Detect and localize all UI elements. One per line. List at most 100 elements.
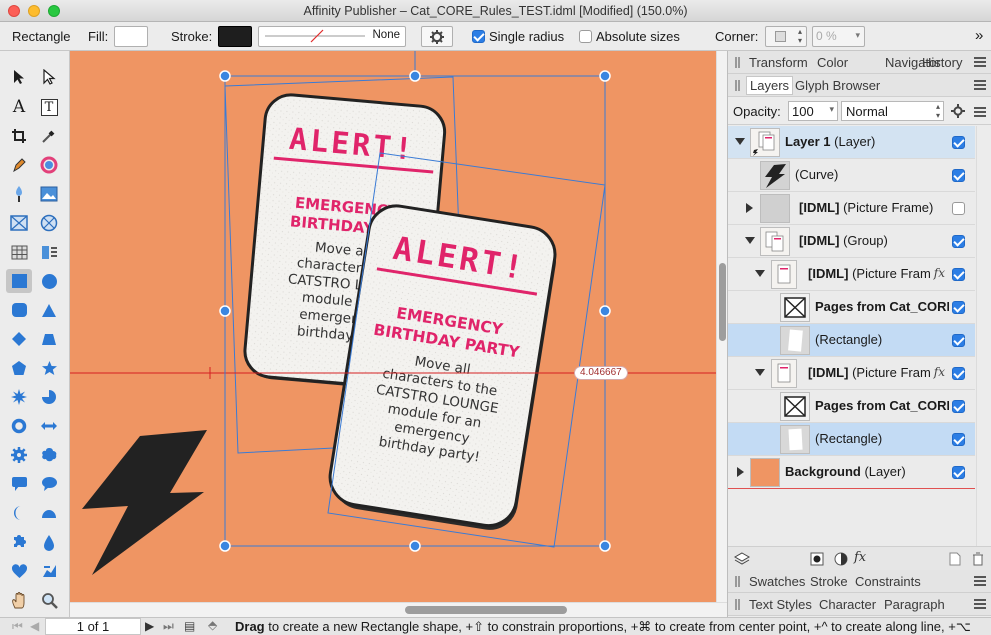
tab-transform[interactable]: Transform bbox=[749, 55, 808, 70]
expand-triangle-icon[interactable] bbox=[745, 237, 755, 244]
crescent-tool-icon[interactable] bbox=[6, 501, 32, 525]
picture-frame-ellipse-tool-icon[interactable] bbox=[36, 211, 62, 235]
layer-row[interactable]: Pages from Cat_CORE bbox=[728, 291, 975, 324]
layer-row[interactable]: [IDML] (Picture Fram fx bbox=[728, 357, 975, 390]
panel-menu-icon[interactable] bbox=[974, 576, 986, 586]
artistic-text-tool-icon[interactable]: A bbox=[6, 95, 32, 119]
first-page-icon[interactable]: ⏮ bbox=[12, 619, 23, 634]
star-tool-icon[interactable] bbox=[36, 356, 62, 380]
layer-row[interactable]: [IDML] (Group) bbox=[728, 225, 975, 258]
toolbar-overflow-button[interactable]: » bbox=[975, 27, 983, 44]
vertical-table-tool-icon[interactable] bbox=[36, 240, 62, 264]
layer-row[interactable]: (Rectangle) bbox=[728, 324, 975, 357]
trash-icon[interactable] bbox=[972, 552, 984, 566]
vertical-scroll-thumb[interactable] bbox=[719, 263, 726, 341]
single-radius-checkbox[interactable] bbox=[472, 30, 485, 43]
panel-grip-icon[interactable] bbox=[735, 57, 740, 68]
puzzle-tool-icon[interactable] bbox=[6, 530, 32, 554]
last-page-icon[interactable]: ⏭ bbox=[163, 619, 174, 634]
layer-visibility-checkbox[interactable] bbox=[952, 136, 965, 149]
layer-row[interactable]: [IDML] (Picture Fram fx bbox=[728, 258, 975, 291]
expand-triangle-icon[interactable] bbox=[755, 270, 765, 277]
adjustment-icon[interactable] bbox=[834, 552, 848, 566]
callout-rectangle-tool-icon[interactable] bbox=[6, 472, 32, 496]
triangle-tool-icon[interactable] bbox=[36, 298, 62, 322]
layer-visibility-checkbox[interactable] bbox=[952, 301, 965, 314]
layer-row[interactable]: Layer 1 (Layer) bbox=[728, 126, 975, 159]
previous-page-icon[interactable]: ◀ bbox=[30, 619, 39, 633]
tab-layers[interactable]: Layers bbox=[746, 76, 794, 95]
zoom-tool-icon[interactable] bbox=[36, 588, 62, 612]
burst-tool-icon[interactable] bbox=[6, 385, 32, 409]
tab-text-styles[interactable]: Text Styles bbox=[749, 597, 812, 612]
layer-visibility-checkbox[interactable] bbox=[952, 433, 965, 446]
effects-button[interactable]: fx bbox=[854, 550, 866, 565]
polygon-tool-icon[interactable] bbox=[6, 356, 32, 380]
layer-row[interactable]: [IDML] (Picture Frame) bbox=[728, 192, 975, 225]
panel-menu-icon[interactable] bbox=[974, 80, 986, 90]
tab-stroke[interactable]: Stroke bbox=[810, 574, 848, 589]
double-arrow-tool-icon[interactable] bbox=[36, 414, 62, 438]
expand-triangle-icon[interactable] bbox=[737, 467, 744, 477]
opacity-field[interactable]: 100 ▾ bbox=[788, 101, 838, 121]
expand-triangle-icon[interactable] bbox=[735, 138, 745, 145]
panel-grip-icon[interactable] bbox=[735, 576, 740, 587]
ellipse-tool-icon[interactable] bbox=[36, 269, 62, 293]
pin-icon[interactable]: ⬘ bbox=[208, 618, 217, 632]
trapezoid-tool-icon[interactable] bbox=[36, 327, 62, 351]
layer-row[interactable]: (Rectangle) bbox=[728, 423, 975, 456]
segment-tool-icon[interactable] bbox=[36, 501, 62, 525]
table-tool-icon[interactable] bbox=[6, 240, 32, 264]
stroke-settings-button[interactable] bbox=[421, 26, 453, 47]
layer-visibility-checkbox[interactable] bbox=[952, 202, 965, 215]
tab-paragraph[interactable]: Paragraph bbox=[884, 597, 945, 612]
vertical-scrollbar[interactable] bbox=[716, 51, 727, 602]
layer-visibility-checkbox[interactable] bbox=[952, 334, 965, 347]
transparency-tool-icon[interactable] bbox=[6, 182, 32, 206]
layer-stack-icon[interactable] bbox=[734, 551, 750, 567]
tab-color[interactable]: Color bbox=[817, 55, 848, 70]
cloud-tool-icon[interactable] bbox=[36, 443, 62, 467]
layer-visibility-checkbox[interactable] bbox=[952, 367, 965, 380]
mask-icon[interactable] bbox=[810, 552, 824, 566]
horizontal-scrollbar[interactable] bbox=[70, 602, 727, 617]
tab-constraints[interactable]: Constraints bbox=[855, 574, 921, 589]
stroke-style-selector[interactable]: None bbox=[258, 26, 406, 47]
stroke-swatch[interactable] bbox=[218, 26, 252, 47]
view-tool-icon[interactable] bbox=[6, 588, 32, 612]
color-picker-tool-icon[interactable] bbox=[36, 124, 62, 148]
heart-tool-icon[interactable] bbox=[6, 559, 32, 583]
layer-row[interactable]: Background (Layer) bbox=[728, 456, 975, 489]
expand-triangle-icon[interactable] bbox=[746, 203, 753, 213]
tab-glyph-browser[interactable]: Glyph Browser bbox=[795, 78, 880, 93]
gear-icon[interactable] bbox=[950, 103, 966, 119]
add-layer-icon[interactable] bbox=[949, 552, 961, 566]
rounded-rectangle-tool-icon[interactable] bbox=[6, 298, 32, 322]
layer-row[interactable]: Pages from Cat_CORE bbox=[728, 390, 975, 423]
corner-type-dropdown[interactable]: ▴ ▾ bbox=[765, 26, 807, 47]
layer-visibility-checkbox[interactable] bbox=[952, 466, 965, 479]
callout-ellipse-tool-icon[interactable] bbox=[36, 472, 62, 496]
fill-tool-icon[interactable] bbox=[36, 153, 62, 177]
layer-visibility-checkbox[interactable] bbox=[952, 235, 965, 248]
place-image-tool-icon[interactable] bbox=[36, 182, 62, 206]
node-tool-icon[interactable] bbox=[36, 65, 62, 89]
rectangle-tool-icon[interactable] bbox=[6, 269, 32, 293]
absolute-sizes-checkbox[interactable] bbox=[579, 30, 592, 43]
frame-text-tool-icon[interactable]: T bbox=[36, 95, 62, 119]
page-list-icon[interactable]: ▤ bbox=[184, 619, 195, 633]
layer-visibility-checkbox[interactable] bbox=[952, 268, 965, 281]
document-canvas[interactable]: ALERT! EMERGENCY BIRTHDAY PA Move all ch… bbox=[70, 51, 716, 602]
layer-visibility-checkbox[interactable] bbox=[952, 400, 965, 413]
panel-menu-icon[interactable] bbox=[974, 599, 986, 609]
crop-tool-icon[interactable] bbox=[6, 124, 32, 148]
expand-triangle-icon[interactable] bbox=[755, 369, 765, 376]
tab-character[interactable]: Character bbox=[819, 597, 876, 612]
layer-row[interactable]: (Curve) bbox=[728, 159, 975, 192]
donut-tool-icon[interactable] bbox=[6, 414, 32, 438]
panel-grip-icon[interactable] bbox=[735, 80, 740, 91]
blend-mode-dropdown[interactable]: Normal ▴ ▾ bbox=[841, 101, 944, 121]
tab-swatches[interactable]: Swatches bbox=[749, 574, 805, 589]
tear-tool-icon[interactable] bbox=[36, 530, 62, 554]
move-tool-icon[interactable] bbox=[6, 65, 32, 89]
